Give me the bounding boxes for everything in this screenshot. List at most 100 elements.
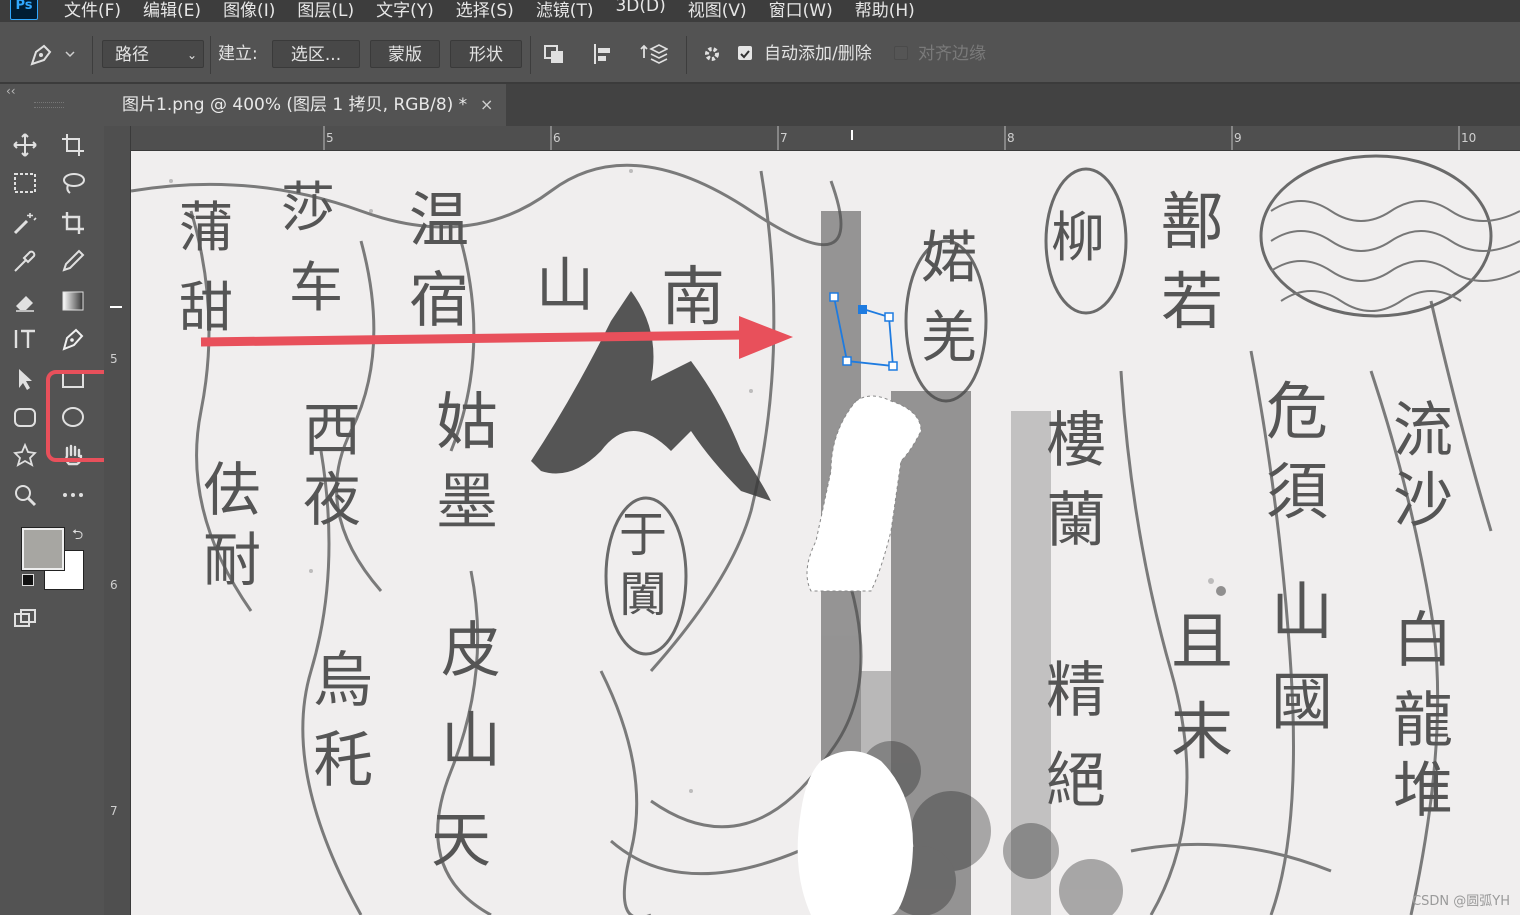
- ruler-label: 6: [553, 131, 561, 145]
- map-label: 车: [289, 256, 343, 319]
- more-tools-icon[interactable]: [56, 478, 90, 512]
- zoom-tool-icon[interactable]: [8, 478, 42, 512]
- map-label: 皮: [441, 616, 501, 686]
- menu-items: 文件(F) 编辑(E) 图像(I) 图层(L) 文字(Y) 选择(S) 滤镜(T…: [64, 0, 915, 21]
- path-selection-tool-icon[interactable]: [8, 362, 42, 396]
- tool-preset-picker[interactable]: [26, 40, 82, 68]
- path-alignment-icon[interactable]: [590, 40, 620, 68]
- grip-icon[interactable]: [34, 102, 64, 108]
- checkmark-icon: [740, 50, 750, 59]
- magic-wand-tool-icon[interactable]: [8, 206, 42, 240]
- document-tab-bar: 图片1.png @ 400% (图层 1 拷贝, RGB/8) * ×: [108, 84, 1520, 126]
- tab-document[interactable]: 图片1.png @ 400% (图层 1 拷贝, RGB/8) * ×: [108, 84, 506, 126]
- foreground-color-swatch[interactable]: [22, 528, 64, 570]
- map-label: 莎: [281, 176, 335, 239]
- divider: [530, 36, 531, 74]
- menu-file[interactable]: 文件(F): [64, 0, 121, 21]
- options-bar: 路径 ⌄ 建立: 选区... 蒙版 形状 自动添加/删除 对齐边缘: [0, 22, 1520, 84]
- gear-icon[interactable]: [700, 40, 726, 68]
- map-label: 蘭: [1046, 486, 1106, 556]
- ruler-label: 9: [1234, 131, 1242, 145]
- close-icon[interactable]: ×: [480, 84, 493, 126]
- align-edges-label: 对齐边缘: [918, 44, 986, 64]
- swap-colors-icon[interactable]: ⮌: [72, 524, 83, 548]
- make-mask-button[interactable]: 蒙版: [370, 40, 440, 68]
- map-label: 須: [1266, 455, 1329, 528]
- map-label: 危: [1266, 375, 1329, 448]
- menu-3d[interactable]: 3D(D): [615, 0, 665, 21]
- map-label: 姑: [436, 385, 499, 458]
- auto-add-delete-label: 自动添加/删除: [764, 44, 872, 64]
- pen-tool-icon: [30, 44, 75, 66]
- map-label: 堆: [1393, 756, 1453, 826]
- make-label: 建立:: [218, 44, 258, 64]
- map-label: 耐: [203, 526, 262, 594]
- menu-select[interactable]: 选择(S): [456, 0, 514, 21]
- brush-tool-icon[interactable]: [56, 244, 90, 278]
- rounded-rectangle-tool-icon[interactable]: [8, 400, 42, 434]
- map-label: 柳: [1051, 206, 1105, 269]
- map-label: 温: [409, 186, 469, 256]
- path-operations-icon[interactable]: [542, 40, 572, 68]
- map-label: 夜: [303, 466, 362, 534]
- auto-add-delete-checkbox[interactable]: [738, 46, 752, 60]
- marquee-tool-icon[interactable]: [8, 166, 42, 200]
- align-edges-checkbox[interactable]: [894, 46, 908, 60]
- ruler-horizontal[interactable]: 5 6 7 8 9 10: [130, 126, 1520, 151]
- menu-view[interactable]: 视图(V): [688, 0, 747, 21]
- map-label: 龍: [1393, 686, 1453, 756]
- map-label: 沙: [1393, 466, 1453, 536]
- eyedropper-tool-icon[interactable]: [8, 244, 42, 278]
- menu-window[interactable]: 窗口(W): [769, 0, 833, 21]
- screen-mode-icon[interactable]: [8, 602, 42, 636]
- map-label: 蒲: [179, 196, 233, 259]
- map-label: 精: [1046, 656, 1106, 726]
- crop-tool-icon[interactable]: [56, 206, 90, 240]
- eraser-tool-icon[interactable]: [8, 284, 42, 318]
- ruler-label: 5: [110, 352, 118, 366]
- collapse-icon[interactable]: ‹‹: [6, 84, 16, 98]
- map-label: 羌: [921, 306, 977, 371]
- pen-tool-icon[interactable]: [56, 322, 90, 356]
- default-colors-icon[interactable]: [22, 574, 34, 586]
- menu-edit[interactable]: 编辑(E): [143, 0, 201, 21]
- type-tool-icon[interactable]: [8, 322, 42, 356]
- mode-select[interactable]: 路径 ⌄: [102, 40, 204, 68]
- photoshop-logo[interactable]: Ps: [10, 0, 38, 20]
- menu-help[interactable]: 帮助(H): [855, 0, 915, 21]
- menu-type[interactable]: 文字(Y): [376, 0, 434, 21]
- make-selection-button[interactable]: 选区...: [272, 40, 360, 68]
- custom-shape-tool-icon[interactable]: [8, 438, 42, 472]
- map-label: 流: [1393, 396, 1453, 466]
- ruler-vertical[interactable]: 5 6 7: [104, 126, 131, 915]
- map-label: 國: [1271, 665, 1334, 738]
- map-label: 闐: [619, 567, 668, 623]
- map-label: 婼: [921, 226, 977, 291]
- move-tool-icon[interactable]: [8, 128, 42, 162]
- lasso-tool-icon[interactable]: [56, 166, 90, 200]
- map-label: 樓: [1046, 406, 1106, 476]
- path-arrangement-icon[interactable]: [638, 40, 670, 68]
- map-label: 山: [536, 251, 595, 319]
- ruler-label: 8: [1007, 131, 1015, 145]
- divider: [92, 36, 93, 74]
- map-label: 末: [1171, 695, 1234, 768]
- toolbox: ‹‹ ⮌: [0, 84, 124, 915]
- ruler-label: 10: [1461, 131, 1477, 145]
- menu-filter[interactable]: 滤镜(T): [536, 0, 594, 21]
- document-canvas[interactable]: 蒲 甜 莎 车 温 宿 山 南 西 夜 佉 耐 烏 秅 姑 墨 皮 山 天 于 …: [131, 151, 1520, 915]
- map-label: 白: [1393, 606, 1453, 676]
- ruler-ticks: [323, 126, 1460, 150]
- menu-image[interactable]: 图像(I): [223, 0, 275, 21]
- map-label: 烏: [313, 646, 373, 716]
- ruler-cursor-marker: [110, 306, 122, 308]
- menu-layer[interactable]: 图层(L): [297, 0, 354, 21]
- map-label: 鄯: [1161, 185, 1224, 258]
- ruler-label: 7: [110, 804, 118, 818]
- divider: [210, 36, 211, 74]
- gradient-tool-icon[interactable]: [56, 284, 90, 318]
- make-shape-button[interactable]: 形状: [450, 40, 522, 68]
- map-label: 秅: [313, 726, 373, 796]
- artboard-tool-icon[interactable]: [56, 128, 90, 162]
- divider: [686, 36, 687, 74]
